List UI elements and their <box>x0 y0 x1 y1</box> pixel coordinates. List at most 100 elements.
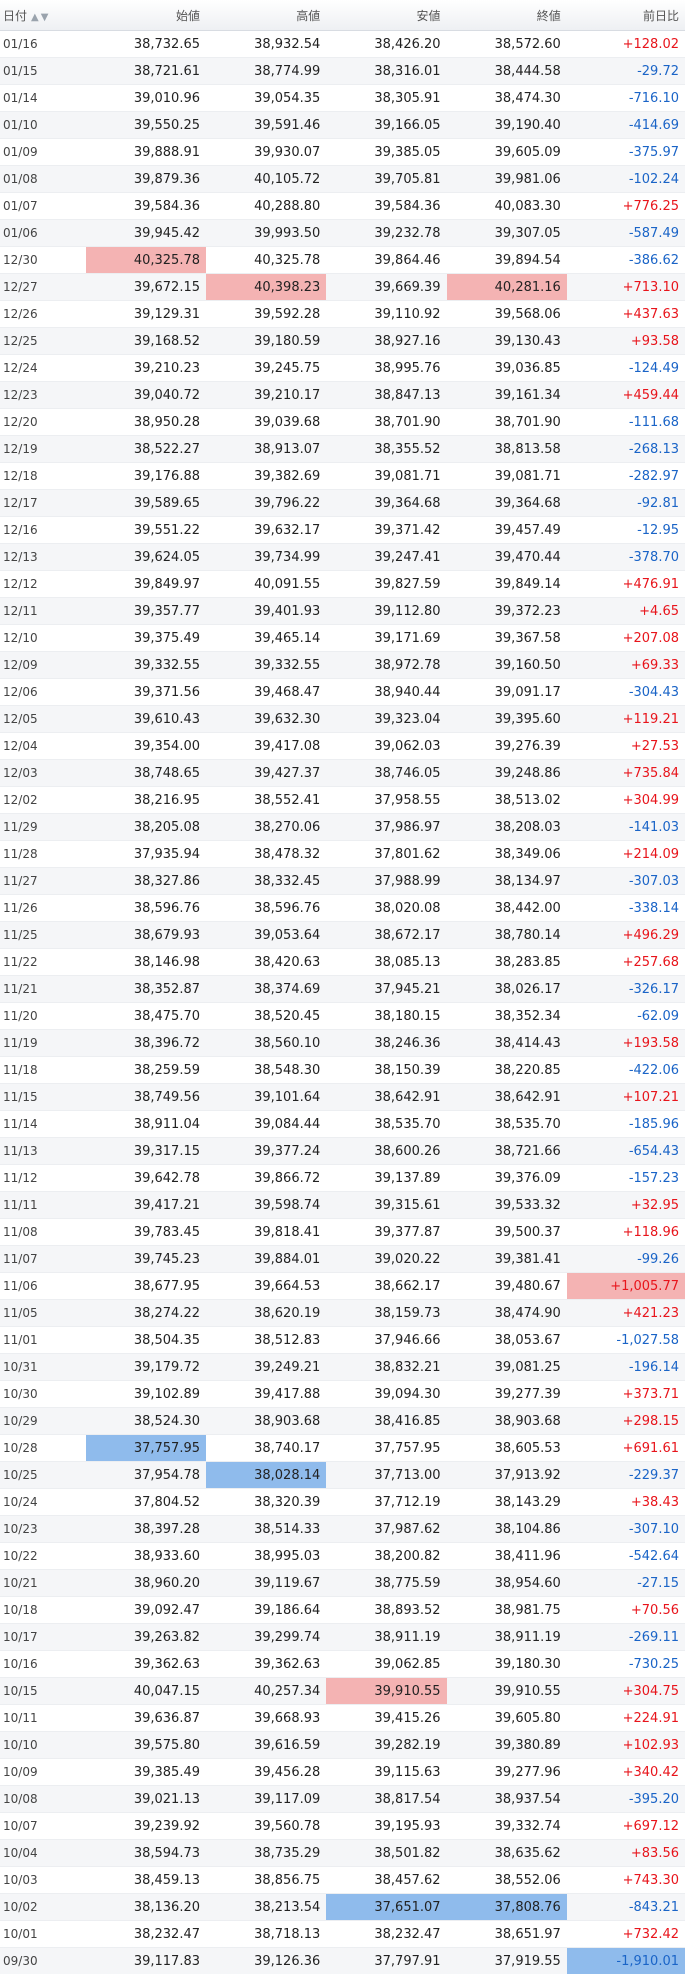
price-history-table: 日付▲▼ 始値 高値 安値 終値 前日比 01/1638,732.6538,93… <box>0 0 685 1974</box>
date-cell: 11/13 <box>0 1138 86 1165</box>
open-cell: 39,362.63 <box>86 1651 206 1678</box>
close-cell: 38,474.90 <box>447 1300 567 1327</box>
change-cell: -654.43 <box>567 1138 685 1165</box>
change-cell: +496.29 <box>567 922 685 949</box>
date-cell: 01/15 <box>0 58 86 85</box>
table-row: 11/2138,352.8738,374.6937,945.2138,026.1… <box>0 976 685 1003</box>
date-cell: 10/22 <box>0 1543 86 1570</box>
high-cell: 39,210.17 <box>206 382 326 409</box>
close-column-header[interactable]: 終値 <box>447 0 567 31</box>
change-column-header[interactable]: 前日比 <box>567 0 685 31</box>
date-cell: 12/24 <box>0 355 86 382</box>
open-cell: 39,176.88 <box>86 463 206 490</box>
change-cell: +732.42 <box>567 1921 685 1948</box>
open-cell: 39,624.05 <box>86 544 206 571</box>
table-row: 10/2537,954.7838,028.1437,713.0037,913.9… <box>0 1462 685 1489</box>
low-cell: 38,416.85 <box>326 1408 446 1435</box>
date-cell: 11/20 <box>0 1003 86 1030</box>
low-column-header[interactable]: 安値 <box>326 0 446 31</box>
table-row: 11/2538,679.9339,053.6438,672.1738,780.1… <box>0 922 685 949</box>
close-cell: 39,372.23 <box>447 598 567 625</box>
change-cell: -304.43 <box>567 679 685 706</box>
open-cell: 39,888.91 <box>86 139 206 166</box>
low-cell: 38,232.47 <box>326 1921 446 1948</box>
table-row: 12/1039,375.4939,465.1439,171.6939,367.5… <box>0 625 685 652</box>
low-cell: 38,775.59 <box>326 1570 446 1597</box>
high-cell: 39,734.99 <box>206 544 326 571</box>
change-cell: +107.21 <box>567 1084 685 1111</box>
date-cell: 11/05 <box>0 1300 86 1327</box>
date-cell: 10/09 <box>0 1759 86 1786</box>
change-cell: -307.10 <box>567 1516 685 1543</box>
date-cell: 11/12 <box>0 1165 86 1192</box>
table-row: 12/1839,176.8839,382.6939,081.7139,081.7… <box>0 463 685 490</box>
table-row: 10/0438,594.7338,735.2938,501.8238,635.6… <box>0 1840 685 1867</box>
change-cell: -326.17 <box>567 976 685 1003</box>
high-cell: 39,053.64 <box>206 922 326 949</box>
open-cell: 38,522.27 <box>86 436 206 463</box>
change-cell: -268.13 <box>567 436 685 463</box>
open-cell: 38,911.04 <box>86 1111 206 1138</box>
high-cell: 38,856.75 <box>206 1867 326 1894</box>
close-cell: 37,913.92 <box>447 1462 567 1489</box>
table-row: 11/2837,935.9438,478.3237,801.6238,349.0… <box>0 841 685 868</box>
close-cell: 38,981.75 <box>447 1597 567 1624</box>
low-cell: 38,972.78 <box>326 652 446 679</box>
date-cell: 11/25 <box>0 922 86 949</box>
high-cell: 39,101.64 <box>206 1084 326 1111</box>
change-cell: -141.03 <box>567 814 685 841</box>
high-column-header[interactable]: 高値 <box>206 0 326 31</box>
change-cell: +421.23 <box>567 1300 685 1327</box>
low-cell: 39,166.05 <box>326 112 446 139</box>
date-cell: 01/08 <box>0 166 86 193</box>
high-cell: 39,417.08 <box>206 733 326 760</box>
date-cell: 10/01 <box>0 1921 86 1948</box>
low-cell: 38,355.52 <box>326 436 446 463</box>
table-header: 日付▲▼ 始値 高値 安値 終値 前日比 <box>0 0 685 31</box>
open-cell: 39,010.96 <box>86 85 206 112</box>
low-cell: 39,864.46 <box>326 247 446 274</box>
close-cell: 39,380.89 <box>447 1732 567 1759</box>
table-row: 10/2837,757.9538,740.1737,757.9538,605.5… <box>0 1435 685 1462</box>
close-cell: 38,813.58 <box>447 436 567 463</box>
date-cell: 10/04 <box>0 1840 86 1867</box>
table-row: 12/2038,950.2839,039.6838,701.9038,701.9… <box>0 409 685 436</box>
low-cell: 39,247.41 <box>326 544 446 571</box>
close-cell: 38,572.60 <box>447 31 567 58</box>
high-cell: 39,126.36 <box>206 1948 326 1974</box>
open-column-header[interactable]: 始値 <box>86 0 206 31</box>
low-cell: 39,385.05 <box>326 139 446 166</box>
open-cell: 38,396.72 <box>86 1030 206 1057</box>
date-cell: 01/10 <box>0 112 86 139</box>
close-cell: 38,134.97 <box>447 868 567 895</box>
high-cell: 39,465.14 <box>206 625 326 652</box>
table-row: 12/1139,357.7739,401.9339,112.8039,372.2… <box>0 598 685 625</box>
open-cell: 39,849.97 <box>86 571 206 598</box>
change-cell: +691.61 <box>567 1435 685 1462</box>
high-cell: 38,478.32 <box>206 841 326 868</box>
high-cell: 39,668.93 <box>206 1705 326 1732</box>
date-cell: 09/30 <box>0 1948 86 1974</box>
low-cell: 38,701.90 <box>326 409 446 436</box>
open-cell: 38,721.61 <box>86 58 206 85</box>
close-cell: 39,568.06 <box>447 301 567 328</box>
header-row: 日付▲▼ 始値 高値 安値 終値 前日比 <box>0 0 685 31</box>
date-cell: 11/19 <box>0 1030 86 1057</box>
low-cell: 38,642.91 <box>326 1084 446 1111</box>
change-cell: -395.20 <box>567 1786 685 1813</box>
table-row: 11/2038,475.7038,520.4538,180.1538,352.3… <box>0 1003 685 1030</box>
date-cell: 12/26 <box>0 301 86 328</box>
open-cell: 38,960.20 <box>86 1570 206 1597</box>
open-cell: 37,954.78 <box>86 1462 206 1489</box>
change-cell: +83.56 <box>567 1840 685 1867</box>
date-column-header[interactable]: 日付▲▼ <box>0 0 86 31</box>
change-cell: +224.91 <box>567 1705 685 1732</box>
close-cell: 38,053.67 <box>447 1327 567 1354</box>
table-row: 11/2738,327.8638,332.4537,988.9938,134.9… <box>0 868 685 895</box>
sort-arrows-icon[interactable]: ▲▼ <box>31 12 50 23</box>
open-cell: 39,317.15 <box>86 1138 206 1165</box>
close-cell: 39,081.71 <box>447 463 567 490</box>
table-row: 12/0939,332.5539,332.5538,972.7839,160.5… <box>0 652 685 679</box>
change-cell: -1,910.01 <box>567 1948 685 1974</box>
date-cell: 01/14 <box>0 85 86 112</box>
